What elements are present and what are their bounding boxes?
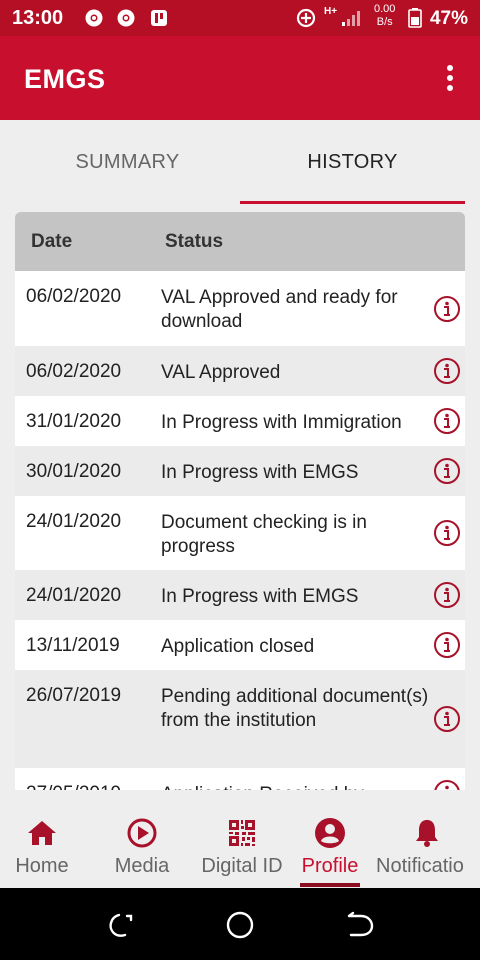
signal-icon bbox=[342, 11, 360, 26]
row-status: VAL Approved and ready for download bbox=[161, 287, 398, 332]
row-date: 06/02/2020 bbox=[26, 286, 122, 307]
nav-media[interactable]: Media bbox=[100, 790, 184, 888]
table-row: 06/02/2020 VAL Approved and ready for dow… bbox=[15, 271, 465, 346]
info-icon[interactable] bbox=[433, 631, 461, 659]
header-status: Status bbox=[165, 231, 224, 252]
row-status: Application closed bbox=[161, 636, 315, 657]
row-status: Document checking is in progress bbox=[161, 512, 367, 557]
battery-icon bbox=[408, 8, 422, 28]
app-notification-icon bbox=[151, 10, 167, 26]
app-title: EMGS bbox=[24, 64, 106, 94]
status-time: 13:00 bbox=[12, 7, 64, 29]
nav-digital-id[interactable]: Digital ID bbox=[196, 790, 288, 888]
nav-label-digital-id: Digital ID bbox=[201, 855, 283, 877]
bell-icon bbox=[416, 820, 438, 847]
row-status: In Progress with Immigration bbox=[161, 412, 402, 433]
tab-history[interactable]: HISTORY bbox=[240, 120, 465, 204]
battery-percent: 47% bbox=[429, 8, 468, 29]
table-row: 31/01/2020 In Progress with Immigration bbox=[15, 396, 465, 446]
nav-profile[interactable]: Profile bbox=[296, 790, 364, 888]
info-icon[interactable] bbox=[433, 705, 461, 733]
nav-label-media: Media bbox=[114, 855, 170, 877]
bottom-navigation: Home Media Digital ID Profile Notificati… bbox=[0, 790, 480, 888]
row-date: 31/01/2020 bbox=[26, 411, 122, 432]
row-status: VAL Approved bbox=[161, 362, 281, 383]
nav-label-home: Home bbox=[15, 855, 69, 877]
row-date: 24/01/2020 bbox=[26, 511, 122, 532]
tab-bar: SUMMARY HISTORY bbox=[0, 120, 480, 204]
row-date: 27/05/2019 bbox=[26, 783, 121, 790]
app-bar: EMGS bbox=[0, 36, 480, 120]
network-speed: 0.00 B/s bbox=[374, 3, 396, 28]
history-table: Date Status 06/02/2020 VAL Approved and r… bbox=[15, 212, 465, 790]
table-row: 26/07/2019 Pending additional document(s)… bbox=[15, 670, 465, 768]
profile-icon bbox=[315, 818, 345, 848]
row-date: 26/07/2019 bbox=[26, 685, 122, 706]
info-icon[interactable] bbox=[433, 779, 461, 790]
tab-summary[interactable]: SUMMARY bbox=[15, 120, 240, 204]
back-icon[interactable] bbox=[345, 910, 375, 940]
table-body: 06/02/2020 VAL Approved and ready for dow… bbox=[15, 271, 465, 790]
row-status: In Progress with EMGS bbox=[161, 462, 359, 483]
nav-label-profile: Profile bbox=[301, 855, 359, 877]
table-header: Date Status bbox=[15, 212, 465, 271]
home-icon bbox=[28, 821, 56, 845]
chrome-icon bbox=[117, 9, 135, 27]
info-icon[interactable] bbox=[433, 295, 461, 323]
active-nav-indicator bbox=[300, 883, 360, 887]
table-row: 24/01/2020 In Progress with EMGS bbox=[15, 570, 465, 620]
table-row: 30/01/2020 In Progress with EMGS bbox=[15, 446, 465, 496]
info-icon[interactable] bbox=[433, 407, 461, 435]
row-status: Application Received by bbox=[161, 783, 431, 790]
chrome-icon bbox=[85, 9, 103, 27]
nav-notifications[interactable]: Notificatio bbox=[374, 790, 480, 888]
play-icon bbox=[127, 818, 157, 848]
info-icon[interactable] bbox=[433, 457, 461, 485]
more-vert-icon bbox=[447, 65, 453, 71]
row-status: In Progress with EMGS bbox=[161, 586, 359, 607]
info-icon[interactable] bbox=[433, 519, 461, 547]
row-date: 24/01/2020 bbox=[26, 585, 122, 606]
status-bar: 13:00 H+ 0.00 B/s 47% bbox=[0, 0, 480, 36]
header-date: Date bbox=[31, 231, 73, 252]
table-row: 06/02/2020 VAL Approved bbox=[15, 346, 465, 396]
table-row: 24/01/2020 Document checking is in progre… bbox=[15, 496, 465, 570]
recents-icon[interactable] bbox=[105, 910, 135, 940]
data-saver-icon bbox=[296, 8, 316, 28]
system-navigation-bar bbox=[0, 888, 480, 960]
info-icon[interactable] bbox=[433, 357, 461, 385]
nav-label-notifications: Notificatio bbox=[376, 855, 464, 877]
row-date: 13/11/2019 bbox=[26, 635, 120, 656]
row-date: 06/02/2020 bbox=[26, 361, 122, 382]
history-content[interactable]: Date Status 06/02/2020 VAL Approved and r… bbox=[0, 204, 480, 790]
network-type: H+ bbox=[324, 6, 338, 17]
info-icon[interactable] bbox=[433, 581, 461, 609]
table-row: 13/11/2019 Application closed bbox=[15, 620, 465, 670]
row-status: Pending additional document(s) from the … bbox=[161, 686, 429, 731]
table-row: 27/05/2019 Application Received by bbox=[15, 768, 465, 790]
home-circle-icon[interactable] bbox=[225, 910, 255, 940]
nav-home[interactable]: Home bbox=[0, 790, 84, 888]
qr-code-icon bbox=[229, 820, 255, 846]
more-options-button[interactable] bbox=[438, 62, 462, 94]
row-date: 30/01/2020 bbox=[26, 461, 122, 482]
